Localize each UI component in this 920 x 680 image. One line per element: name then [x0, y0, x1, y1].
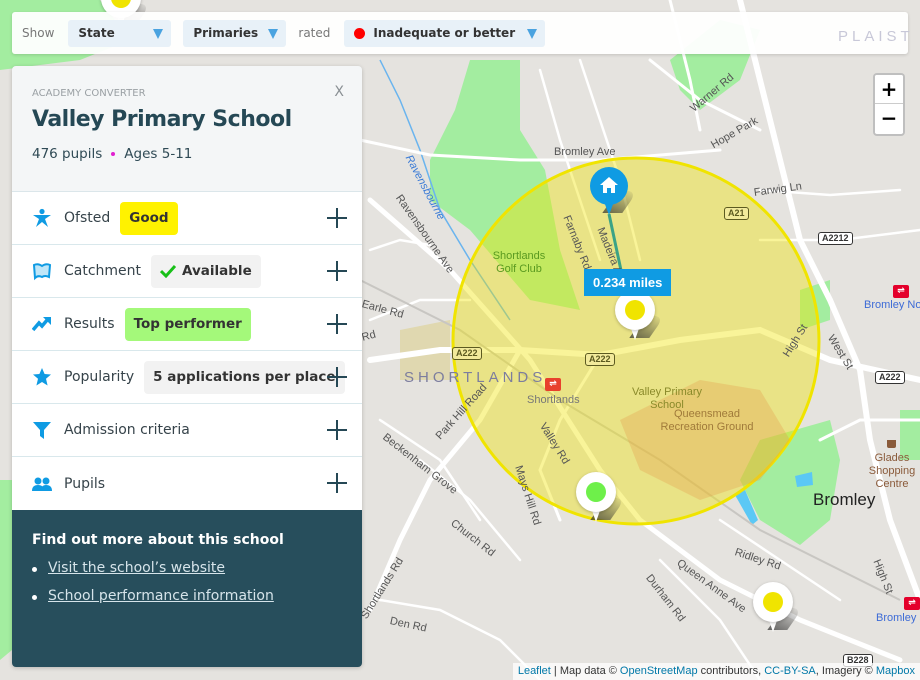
funnel-icon	[32, 420, 52, 440]
home-location-marker[interactable]	[590, 167, 638, 217]
road-shield: A222	[875, 371, 905, 384]
school-meta: 476 pupils Ages 5-11	[32, 146, 342, 162]
school-website-link[interactable]: Visit the school’s website	[48, 560, 225, 576]
close-button[interactable]: X	[334, 84, 344, 100]
details-list: Ofsted Good Catchment Available Results …	[12, 192, 362, 510]
row-ofsted[interactable]: Ofsted Good	[12, 192, 362, 245]
selected-school-marker[interactable]	[615, 290, 665, 342]
town-label: Bromley	[813, 490, 876, 509]
show-label: Show	[22, 26, 55, 40]
pupil-count: 476 pupils	[32, 146, 103, 162]
school-phase-select[interactable]: Primaries	[183, 19, 287, 47]
rating-dot	[625, 300, 645, 320]
station-label: Bromley North	[864, 299, 920, 311]
school-type-select[interactable]: State	[68, 19, 172, 47]
zoom-control: + −	[873, 73, 905, 136]
park-area-west	[0, 480, 12, 660]
shopping-label: Glades Shopping Centre	[868, 452, 916, 490]
expand-icon[interactable]	[327, 367, 347, 387]
row-admission-criteria[interactable]: Admission criteria	[12, 404, 362, 457]
station-label: Bromley South	[876, 612, 920, 624]
ofsted-icon	[32, 208, 52, 228]
home-icon	[600, 177, 618, 193]
rail-station-icon: ⇌	[893, 285, 909, 298]
school-marker-south[interactable]	[576, 472, 626, 524]
expand-icon[interactable]	[327, 261, 347, 281]
chevron-down-icon	[153, 28, 164, 39]
chevron-down-icon	[268, 28, 279, 39]
school-details-panel: ACADEMY CONVERTER Valley Primary School …	[12, 66, 362, 667]
rated-label: rated	[298, 26, 331, 40]
school-header: ACADEMY CONVERTER Valley Primary School …	[12, 66, 362, 192]
school-type: ACADEMY CONVERTER	[32, 88, 146, 99]
expand-icon[interactable]	[327, 473, 347, 493]
zoom-out-button[interactable]: −	[875, 104, 903, 133]
people-icon	[32, 474, 52, 494]
license-link[interactable]: CC-BY-SA	[764, 665, 816, 677]
row-pupils[interactable]: Pupils	[12, 457, 362, 510]
catchment-icon	[32, 261, 52, 281]
results-icon	[32, 314, 52, 334]
rail-station-icon: ⇌	[904, 597, 920, 610]
golf-club-label: Shortlands Golf Club	[492, 250, 546, 275]
star-icon	[32, 367, 52, 387]
road-shield: A222	[585, 353, 615, 366]
openstreetmap-link[interactable]: OpenStreetMap	[620, 665, 698, 677]
chevron-down-icon	[527, 28, 538, 39]
list-item: Visit the school’s website	[32, 560, 342, 576]
rating-color-dot	[354, 27, 366, 39]
expand-icon[interactable]	[327, 208, 347, 228]
check-icon	[160, 264, 177, 278]
mapbox-link[interactable]: Mapbox	[876, 665, 915, 677]
school-marker-southeast[interactable]	[753, 582, 803, 634]
more-info-heading: Find out more about this school	[32, 532, 284, 548]
park-poi-label: Queensmead Recreation Ground	[660, 408, 754, 433]
ofsted-badge: Good	[120, 201, 178, 235]
separator-dot	[111, 152, 116, 156]
road-shield: A21	[724, 207, 749, 220]
row-results[interactable]: Results Top performer	[12, 298, 362, 351]
station-label: Shortlands	[527, 394, 580, 406]
shopping-icon	[887, 440, 896, 448]
more-info-section: Find out more about this school Visit th…	[12, 510, 362, 667]
performance-info-link[interactable]: School performance information	[48, 588, 274, 604]
popularity-badge: 5 applications per place	[144, 360, 345, 394]
filter-bar: Show State Primaries rated Inadequate or…	[12, 12, 908, 54]
row-popularity[interactable]: Popularity 5 applications per place	[12, 351, 362, 404]
rating-dot	[586, 482, 606, 502]
results-badge: Top performer	[124, 307, 251, 341]
rating-select[interactable]: Inadequate or better	[344, 19, 546, 47]
road-shield: A2212	[818, 232, 853, 245]
catchment-badge: Available	[151, 254, 261, 288]
road-label: Bromley Ave	[554, 146, 616, 158]
leaflet-link[interactable]: Leaflet	[518, 665, 551, 677]
map-attribution: Leaflet | Map data © OpenStreetMap contr…	[512, 663, 920, 680]
plaistow-label: PLAIST	[838, 28, 914, 45]
shortlands-place-label: SHORTLANDS	[404, 369, 547, 386]
expand-icon[interactable]	[327, 314, 347, 334]
list-item: School performance information	[32, 588, 342, 604]
zoom-in-button[interactable]: +	[875, 75, 903, 104]
expand-icon[interactable]	[327, 420, 347, 440]
age-range: Ages 5-11	[124, 146, 193, 162]
rating-dot	[763, 592, 783, 612]
row-catchment[interactable]: Catchment Available	[12, 245, 362, 298]
school-name: Valley Primary School	[32, 107, 292, 132]
rail-station-icon: ⇌	[545, 378, 561, 391]
more-info-links: Visit the school’s website School perfor…	[32, 560, 342, 604]
road-shield: A222	[452, 347, 482, 360]
distance-label: 0.234 miles	[584, 269, 672, 296]
